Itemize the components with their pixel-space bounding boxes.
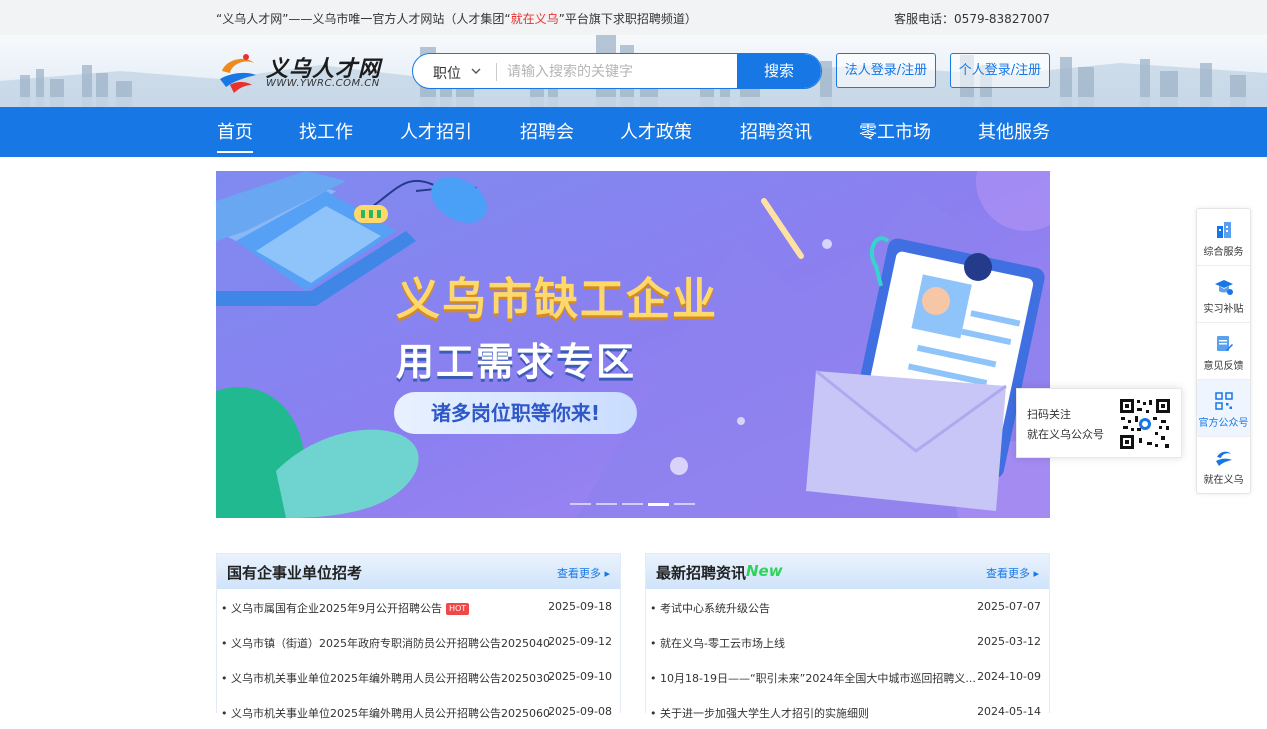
list-item[interactable]: • 义乌市机关事业单位2025年编外聘用人员公开招聘公告20250301 2025… bbox=[217, 659, 620, 694]
caret-right-icon: ▸ bbox=[604, 567, 610, 580]
search-button[interactable]: 搜索 bbox=[737, 54, 821, 88]
nav-item-talent-policy[interactable]: 人才政策 bbox=[620, 118, 692, 144]
list-item-title: • 就在义乌-零工云市场上线 bbox=[650, 637, 785, 650]
list-item[interactable]: • 义乌市镇（街道）2025年政府专职消防员公开招聘公告20250403 2025… bbox=[217, 624, 620, 659]
banner-subtitle: 用工需求专区 bbox=[396, 340, 637, 384]
view-more-label: 查看更多 bbox=[985, 567, 1030, 580]
feedback-icon bbox=[1217, 336, 1233, 351]
list-item-title: • 10月18-19日——“职引未来”2024年全国大中城市巡回招聘义... bbox=[650, 672, 976, 685]
main-nav: 首页 找工作 人才招引 招聘会 人才政策 招聘资讯 零工市场 其他服务 bbox=[0, 107, 1267, 157]
logo-swirl-icon bbox=[220, 54, 256, 93]
latest-recruitment-news-panel: 最新招聘资讯 New 查看更多 ▸ • 考试中心系统升级公告 2025-07-07… bbox=[645, 553, 1050, 720]
banner-title: 义乌市缺工企业 bbox=[396, 274, 718, 325]
sidebar-item-label: 官方公众号 bbox=[1198, 418, 1249, 429]
search-category-select[interactable]: 职位 bbox=[433, 63, 461, 83]
nav-item-talent-recruitment[interactable]: 人才招引 bbox=[400, 118, 472, 144]
nav-item-job-fair[interactable]: 招聘会 bbox=[520, 118, 574, 144]
list-item-date: 2025-09-08 bbox=[548, 705, 612, 718]
brand-logo-icon bbox=[1216, 451, 1232, 466]
chevron-down-icon[interactable] bbox=[470, 62, 482, 80]
sidebar-item-label: 实习补贴 bbox=[1203, 304, 1244, 315]
carousel-dot-1[interactable] bbox=[570, 503, 591, 505]
sidebar-item-label: 综合服务 bbox=[1203, 247, 1244, 258]
banner-slogan: 诸多岗位职等你来! bbox=[394, 392, 637, 434]
nav-item-find-job[interactable]: 找工作 bbox=[299, 118, 353, 144]
search-input[interactable] bbox=[507, 61, 727, 83]
panel-header: 国有企事业单位招考 查看更多 ▸ bbox=[217, 554, 620, 589]
search-bar: 职位 搜索 bbox=[412, 53, 822, 89]
sidebar-item-jiu-zai-yiwu[interactable]: 就在义乌 bbox=[1197, 437, 1250, 494]
nav-item-home[interactable]: 首页 bbox=[217, 118, 253, 153]
list-item-date: 2024-10-09 bbox=[977, 670, 1041, 683]
brand-link[interactable]: 就在义乌 bbox=[511, 12, 559, 26]
list-item-date: 2025-09-12 bbox=[548, 635, 612, 648]
carousel-dot-3[interactable] bbox=[622, 503, 643, 505]
caret-right-icon: ▸ bbox=[1033, 567, 1039, 580]
view-more-link[interactable]: 查看更多 ▸ bbox=[557, 565, 610, 581]
panel-title: 最新招聘资讯 bbox=[656, 564, 747, 582]
list-item[interactable]: • 义乌市属国有企业2025年9月公开招聘公告 HOT 2025-09-18 bbox=[217, 589, 620, 624]
view-more-label: 查看更多 bbox=[556, 567, 601, 580]
list-item-title: • 考试中心系统升级公告 bbox=[650, 602, 770, 615]
list-item-date: 2025-03-12 bbox=[977, 635, 1041, 648]
building-icon bbox=[1217, 222, 1231, 238]
sidebar-item-label: 意见反馈 bbox=[1203, 361, 1244, 372]
list-item-date: 2024-05-14 bbox=[977, 705, 1041, 718]
list-item-title: • 关于进一步加强大学生人才招引的实施细则 bbox=[650, 707, 869, 720]
search-divider bbox=[496, 63, 497, 81]
corporate-login-button[interactable]: 法人登录/注册 bbox=[836, 53, 936, 88]
sidebar-item-internship-subsidy[interactable]: 实习补贴 bbox=[1197, 266, 1250, 323]
qr-popup-line2: 就在义乌公众号 bbox=[1027, 428, 1104, 441]
logo-url: WWW.YWRC.COM.CN bbox=[266, 78, 380, 89]
list-item[interactable]: • 10月18-19日——“职引未来”2024年全国大中城市巡回招聘义... 20… bbox=[646, 659, 1049, 694]
qr-code-image bbox=[1119, 398, 1171, 450]
sidebar-item-label: 就在义乌 bbox=[1203, 475, 1244, 486]
list-item-date: 2025-09-18 bbox=[548, 600, 612, 613]
sidebar-item-feedback[interactable]: 意见反馈 bbox=[1197, 323, 1250, 380]
personal-login-button[interactable]: 个人登录/注册 bbox=[950, 53, 1050, 88]
list-item-title: • 义乌市属国有企业2025年9月公开招聘公告 bbox=[221, 602, 442, 615]
site-intro-text-end: ”平台旗下求职招聘频道） bbox=[558, 12, 697, 26]
carousel-dot-4[interactable] bbox=[648, 503, 669, 506]
service-hotline: 客服电话：0579-83827007 bbox=[894, 12, 1050, 26]
list-item-date: 2025-07-07 bbox=[977, 600, 1041, 613]
list-item-title: • 义乌市机关事业单位2025年编外聘用人员公开招聘公告20250602 bbox=[221, 707, 551, 720]
list-item[interactable]: • 义乌市机关事业单位2025年编外聘用人员公开招聘公告20250602 2025… bbox=[217, 694, 620, 729]
qrcode-icon bbox=[1215, 392, 1233, 410]
site-intro: “义乌人才网”——义乌市唯一官方人才网站（人才集团“就在义乌”平台旗下求职招聘频… bbox=[216, 10, 697, 27]
news-list: • 考试中心系统升级公告 2025-07-07 • 就在义乌-零工云市场上线 202… bbox=[646, 589, 1049, 729]
panel-title: 国有企事业单位招考 bbox=[227, 564, 363, 582]
list-item-date: 2025-09-10 bbox=[548, 670, 612, 683]
graduation-cap-icon bbox=[1215, 280, 1233, 295]
nav-item-recruitment-news[interactable]: 招聘资讯 bbox=[740, 118, 812, 144]
new-badge: New bbox=[746, 562, 783, 580]
state-owned-recruitment-panel: 国有企事业单位招考 查看更多 ▸ • 义乌市属国有企业2025年9月公开招聘公告… bbox=[216, 553, 621, 720]
news-list: • 义乌市属国有企业2025年9月公开招聘公告 HOT 2025-09-18 • 义… bbox=[217, 589, 620, 729]
sidebar-item-official-account[interactable]: 官方公众号 bbox=[1197, 380, 1250, 437]
qr-popup-line1: 扫码关注 bbox=[1027, 408, 1071, 421]
nav-item-gig-market[interactable]: 零工市场 bbox=[859, 118, 931, 144]
list-item[interactable]: • 关于进一步加强大学生人才招引的实施细则 2024-05-14 bbox=[646, 694, 1049, 729]
list-item-text: • 义乌市属国有企业2025年9月公开招聘公告 HOT bbox=[221, 600, 470, 616]
view-more-link[interactable]: 查看更多 ▸ bbox=[986, 565, 1039, 581]
site-logo[interactable]: 义乌人才网 WWW.YWRC.COM.CN bbox=[216, 51, 391, 93]
header: 义乌人才网 WWW.YWRC.COM.CN 职位 搜索 法人登录/注册 个人登录… bbox=[0, 35, 1267, 107]
floating-sidebar: 综合服务 实习补贴 意见反馈 官方公众号 就在义乌 bbox=[1196, 208, 1251, 494]
list-item[interactable]: • 考试中心系统升级公告 2025-07-07 bbox=[646, 589, 1049, 624]
list-item-title: • 义乌市镇（街道）2025年政府专职消防员公开招聘公告20250403 bbox=[221, 637, 551, 650]
site-intro-text: “义乌人才网”——义乌市唯一官方人才网站（人才集团“ bbox=[216, 12, 511, 26]
carousel-dot-2[interactable] bbox=[596, 503, 617, 505]
list-item[interactable]: • 就在义乌-零工云市场上线 2025-03-12 bbox=[646, 624, 1049, 659]
hero-banner[interactable]: 义乌市缺工企业 用工需求专区 诸多岗位职等你来! bbox=[216, 171, 1050, 518]
top-info-bar: “义乌人才网”——义乌市唯一官方人才网站（人才集团“就在义乌”平台旗下求职招聘频… bbox=[0, 0, 1267, 35]
hot-badge: HOT bbox=[445, 603, 470, 615]
list-item-title: • 义乌市机关事业单位2025年编外聘用人员公开招聘公告20250301 bbox=[221, 672, 551, 685]
sidebar-item-comprehensive-services[interactable]: 综合服务 bbox=[1197, 209, 1250, 266]
carousel-dot-5[interactable] bbox=[674, 503, 695, 505]
panel-header: 最新招聘资讯 New 查看更多 ▸ bbox=[646, 554, 1049, 589]
nav-item-other-services[interactable]: 其他服务 bbox=[978, 118, 1050, 144]
qr-code-popup: 扫码关注 就在义乌公众号 bbox=[1016, 388, 1182, 458]
